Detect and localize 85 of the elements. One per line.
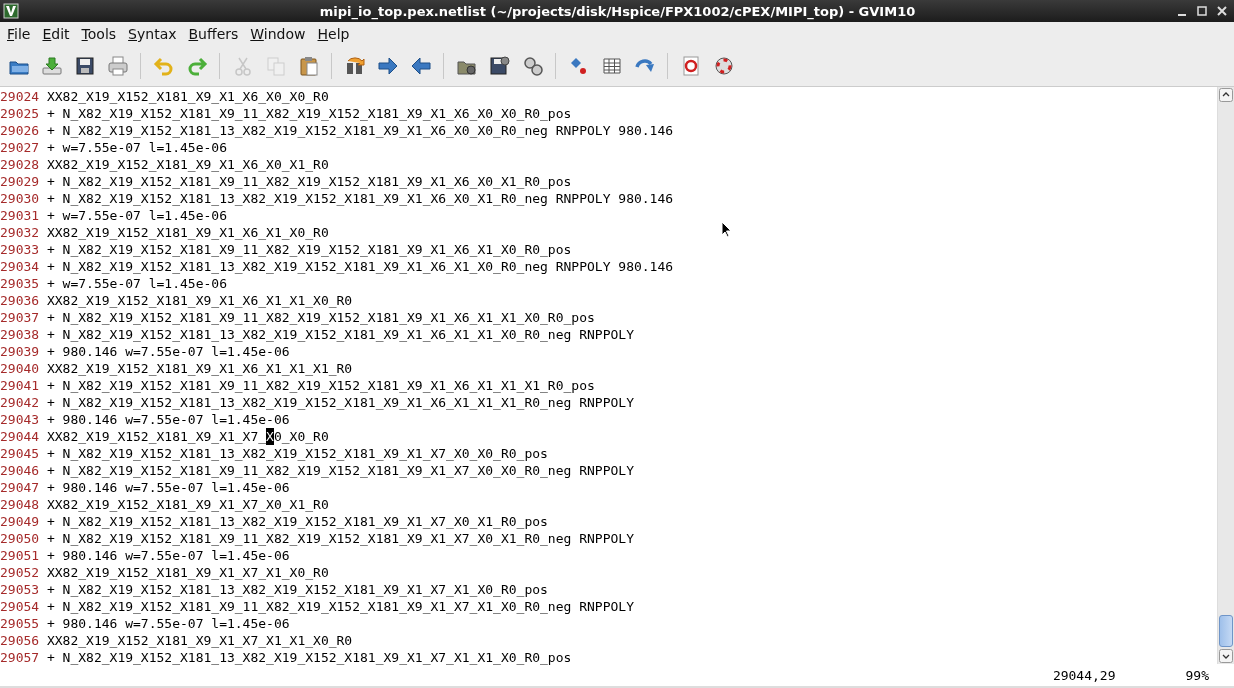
line-number: 29046 — [0, 462, 41, 479]
line-number: 29038 — [0, 326, 41, 343]
scroll-thumb[interactable] — [1219, 615, 1233, 647]
code-line: + N_X82_X19_X152_X181_13_X82_X19_X152_X181_X9_X1_X6_X0_X1_R0_neg RNPPOLY 980.146 — [46, 191, 674, 206]
maximize-icon[interactable] — [1196, 5, 1208, 17]
line-number: 29031 — [0, 207, 41, 224]
line-number: 29035 — [0, 275, 41, 292]
code-line: + N_X82_X19_X152_X181_13_X82_X19_X152_X181_X9_X1_X7_X1_X1_X0_R0_pos — [46, 650, 572, 665]
code-line: + w=7.55e-07 l=1.45e-06 — [46, 208, 227, 223]
line-number: 29047 — [0, 479, 41, 496]
line-number: 29044 — [0, 428, 41, 445]
menu-item[interactable]: Help — [312, 26, 355, 42]
scroll-up-icon[interactable] — [1219, 88, 1233, 102]
code-line: + 980.146 w=7.55e-07 l=1.45e-06 — [46, 616, 290, 631]
line-number: 29027 — [0, 139, 41, 156]
line-number: 29055 — [0, 615, 41, 632]
code-line: + N_X82_X19_X152_X181_13_X82_X19_X152_X181_X9_X1_X6_X1_X1_X1_R0_neg RNPPOLY — [46, 395, 634, 410]
menu-item[interactable]: Buffers — [183, 26, 244, 42]
code-line: + N_X82_X19_X152_X181_13_X82_X19_X152_X181_X9_X1_X6_X1_X0_R0_neg RNPPOLY 980.146 — [46, 259, 674, 274]
line-number: 29045 — [0, 445, 41, 462]
code-line: XX82_X19_X152_X181_X9_X1_X6_X0_X0_R0 — [46, 89, 329, 104]
line-number: 29028 — [0, 156, 41, 173]
code-line: + N_X82_X19_X152_X181_X9_11_X82_X19_X152_X181_X9_X1_X6_X1_X0_R0_pos — [46, 242, 572, 257]
line-number: 29049 — [0, 513, 41, 530]
line-number: 29024 — [0, 88, 41, 105]
code-line: + N_X82_X19_X152_X181_13_X82_X19_X152_X181_X9_X1_X6_X0_X0_R0_neg RNPPOLY 980.146 — [46, 123, 674, 138]
code-line: + N_X82_X19_X152_X181_X9_11_X82_X19_X152_X181_X9_X1_X6_X0_X0_R0_pos — [46, 106, 572, 121]
code-line: + N_X82_X19_X152_X181_13_X82_X19_X152_X181_X9_X1_X7_X0_X1_R0_pos — [46, 514, 548, 529]
code-line: + N_X82_X19_X152_X181_X9_11_X82_X19_X152_X181_X9_X1_X7_X0_X1_R0_neg RNPPOLY — [46, 531, 634, 546]
window-title: mipi_io_top.pex.netlist (~/projects/disk/Hspice/FPX1002/cPEX/MIPI_top) - GVIM10 — [318, 3, 917, 19]
code-line: + N_X82_X19_X152_X181_13_X82_X19_X152_X181_X9_X1_X7_X1_X0_R0_pos — [46, 582, 548, 597]
line-number: 29052 — [0, 564, 41, 581]
menu-item[interactable]: Window — [245, 26, 311, 42]
code-line: + w=7.55e-07 l=1.45e-06 — [46, 276, 227, 291]
code-line: + 980.146 w=7.55e-07 l=1.45e-06 — [46, 548, 290, 563]
line-number: 29037 — [0, 309, 41, 326]
line-number: 29051 — [0, 547, 41, 564]
code-line: XX82_X19_X152_X181_X9_X1_X6_X1_X0_R0 — [46, 225, 329, 240]
line-number: 29034 — [0, 258, 41, 275]
line-number: 29050 — [0, 530, 41, 547]
menu-item[interactable]: File — [2, 26, 36, 42]
code-line: + N_X82_X19_X152_X181_13_X82_X19_X152_X181_X9_X1_X7_X0_X0_R0_pos — [46, 446, 548, 461]
mouse-pointer-icon — [721, 221, 732, 238]
scroll-percent: 99% — [1185, 667, 1209, 683]
code-line: XX82_X19_X152_X181_X9_X1_X6_X1_X1_X1_R0 — [46, 361, 353, 376]
code-line: + N_X82_X19_X152_X181_13_X82_X19_X152_X181_X9_X1_X6_X1_X1_X0_R0_neg RNPPOLY — [46, 327, 634, 342]
code-line: + N_X82_X19_X152_X181_X9_11_X82_X19_X152_X181_X9_X1_X6_X1_X1_X0_R0_pos — [46, 310, 595, 325]
menu-item[interactable]: Syntax — [123, 26, 182, 42]
scrollbar[interactable] — [1217, 87, 1234, 664]
menu-item[interactable]: Edit — [37, 26, 75, 42]
line-number: 29043 — [0, 411, 41, 428]
close-icon[interactable] — [1216, 5, 1228, 17]
line-number: 29039 — [0, 343, 41, 360]
line-number: 29040 — [0, 360, 41, 377]
code-line: XX82_X19_X152_X181_X9_X1_X7_X1_X1_X0_R0 — [46, 633, 353, 648]
line-number: 29057 — [0, 649, 41, 666]
line-number: 29030 — [0, 190, 41, 207]
code-line: + N_X82_X19_X152_X181_X9_11_X82_X19_X152_X181_X9_X1_X6_X1_X1_X1_R0_pos — [46, 378, 595, 393]
code-line: + w=7.55e-07 l=1.45e-06 — [46, 140, 227, 155]
code-line: XX82_X19_X152_X181_X9_X1_X7_X1_X0_R0 — [46, 565, 329, 580]
code-line: + N_X82_X19_X152_X181_X9_11_X82_X19_X152_X181_X9_X1_X6_X0_X1_R0_pos — [46, 174, 572, 189]
line-number: 29029 — [0, 173, 41, 190]
line-number: 29032 — [0, 224, 41, 241]
cursor-position: 29044,29 — [1052, 667, 1116, 683]
scroll-down-icon[interactable] — [1219, 649, 1233, 663]
code-line: + 980.146 w=7.55e-07 l=1.45e-06 — [46, 344, 290, 359]
line-number: 29054 — [0, 598, 41, 615]
line-number: 29042 — [0, 394, 41, 411]
line-number: 29048 — [0, 496, 41, 513]
line-number: 29025 — [0, 105, 41, 122]
code-line: XX82_X19_X152_X181_X9_X1_X6_X1_X1_X0_R0 — [46, 293, 353, 308]
line-number: 29041 — [0, 377, 41, 394]
line-number: 29056 — [0, 632, 41, 649]
code-line: XX82_X19_X152_X181_X9_X1_X6_X0_X1_R0 — [46, 157, 329, 172]
code-line: + 980.146 w=7.55e-07 l=1.45e-06 — [46, 412, 290, 427]
code-line: + 980.146 w=7.55e-07 l=1.45e-06 — [46, 480, 290, 495]
line-number: 29053 — [0, 581, 41, 598]
menu-item[interactable]: Tools — [76, 26, 122, 42]
app-icon — [3, 3, 19, 19]
code-line: + N_X82_X19_X152_X181_X9_11_X82_X19_X152_X181_X9_X1_X7_X0_X0_R0_neg RNPPOLY — [46, 463, 634, 478]
code-line: + N_X82_X19_X152_X181_X9_11_X82_X19_X152_X181_X9_X1_X7_X1_X0_R0_neg RNPPOLY — [46, 599, 634, 614]
code-line: XX82_X19_X152_X181_X9_X1_X7_X0_X1_R0 — [46, 497, 329, 512]
line-number: 29036 — [0, 292, 41, 309]
line-number: 29026 — [0, 122, 41, 139]
line-number: 29033 — [0, 241, 41, 258]
